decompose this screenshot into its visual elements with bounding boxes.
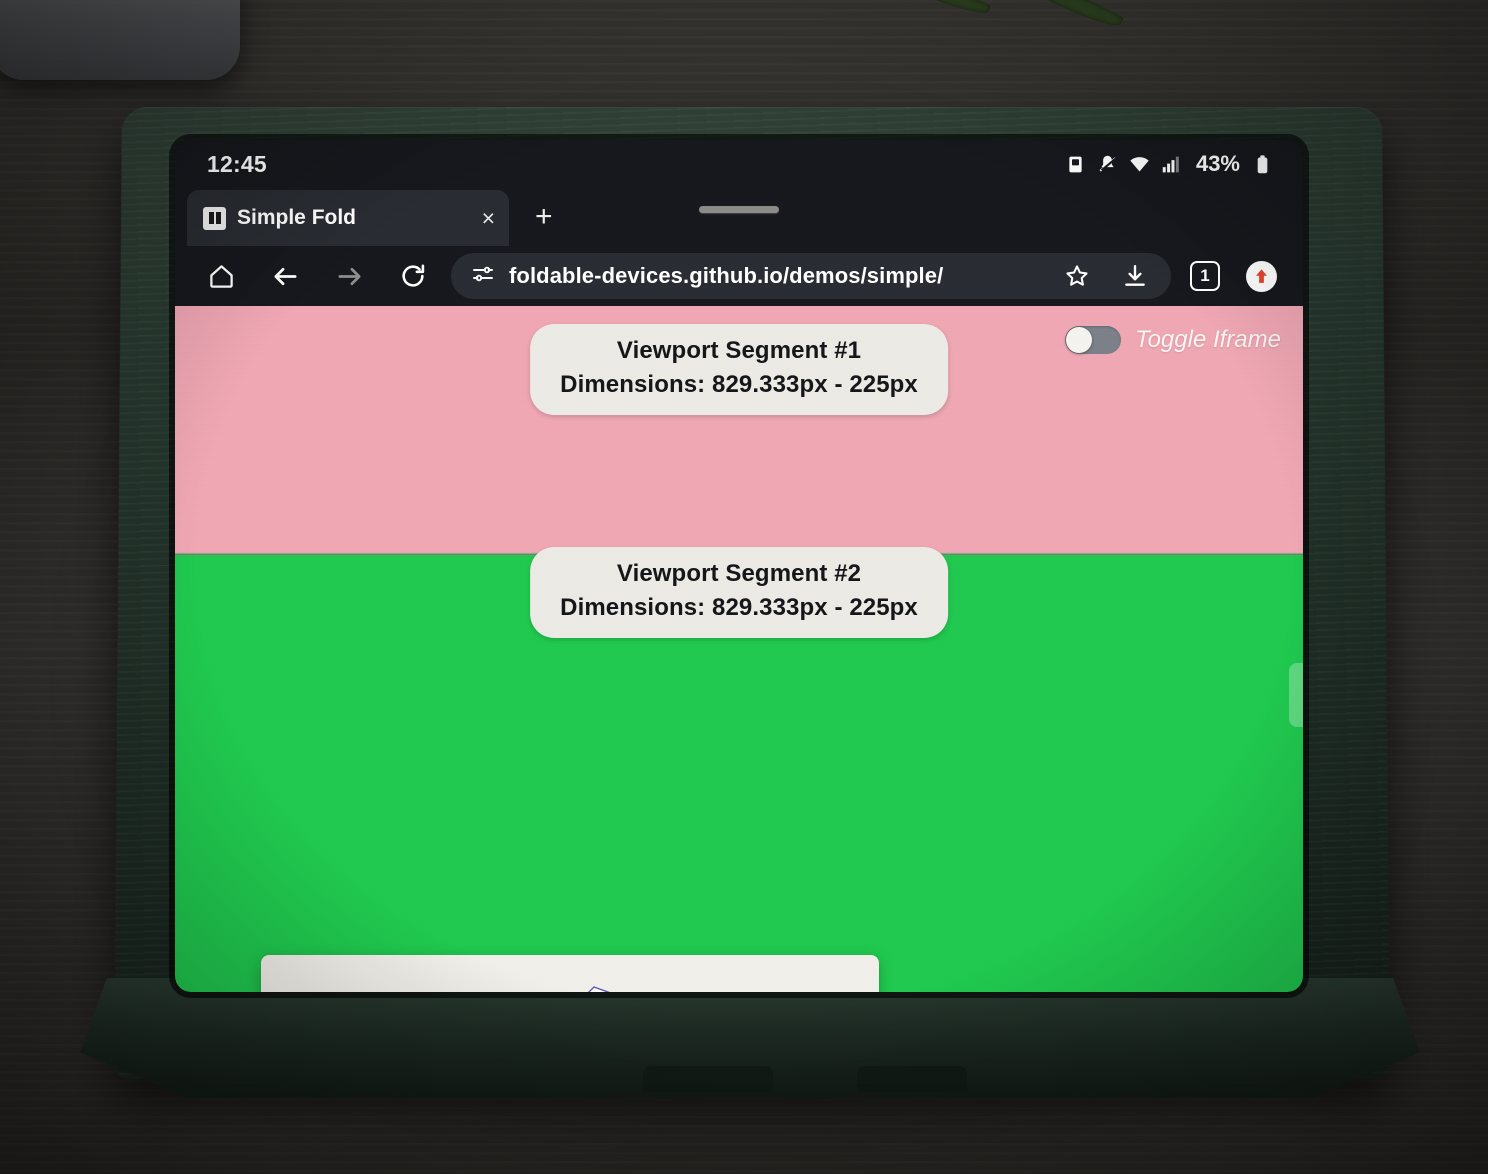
back-arrow-icon[interactable] [253,250,317,302]
android-status-bar: 12:45 43% [175,140,1303,188]
phone-display: 12:45 43% Simple Fold × + foldable-devic… [175,140,1303,992]
foldable-devices-illustration [261,977,879,992]
web-page-content: Viewport Segment #1 Dimensions: 829.333p… [175,306,1303,992]
tab-counter-button[interactable]: 1 [1177,250,1233,302]
viewport-segment-2: Viewport Segment #2 Dimensions: 829.333p… [175,547,1303,992]
toggle-iframe-label: Toggle Iframe [1135,326,1281,353]
screenshot-icon [1069,156,1082,172]
page-favicon [203,206,226,230]
segment-2-info-pill: Viewport Segment #2 Dimensions: 829.333p… [530,547,948,639]
phone-case-bottom-lip [80,978,1420,1098]
reload-icon[interactable] [381,250,445,302]
toggle-iframe-switch[interactable] [1065,326,1122,354]
segment-2-dimensions: Dimensions: 829.333px - 225px [560,594,918,622]
status-bar-icons: 43% [1065,151,1273,177]
browser-tab-strip[interactable]: Simple Fold × + [175,188,1303,246]
download-icon[interactable] [1113,256,1157,296]
address-bar[interactable]: foldable-devices.github.io/demos/simple/ [451,253,1171,299]
star-icon[interactable] [1055,256,1099,296]
profile-menu-button[interactable] [1233,250,1289,302]
cellular-signal-icon [1162,156,1179,172]
browser-tab-title: Simple Fold [237,206,357,229]
status-bar-clock: 12:45 [207,150,267,177]
browser-tab[interactable]: Simple Fold × [187,190,509,246]
browser-toolbar: foldable-devices.github.io/demos/simple/… [175,246,1303,306]
segment-2-title: Viewport Segment #2 [616,560,862,587]
tab-count-label: 1 [1190,261,1220,291]
home-icon[interactable] [189,250,253,302]
battery-percent-label: 43% [1195,151,1240,176]
page-scrollbar[interactable] [1289,663,1303,727]
forward-arrow-icon[interactable] [317,250,381,302]
new-tab-button[interactable]: + [535,202,553,232]
update-arrow-icon [1245,260,1277,292]
segment-1-title: Viewport Segment #1 [616,337,862,364]
notifications-muted-icon [1099,155,1118,172]
wifi-icon [1130,156,1149,171]
battery-icon [1257,154,1268,173]
url-text: foldable-devices.github.io/demos/simple/ [509,263,944,288]
viewport-segment-1: Viewport Segment #1 Dimensions: 829.333p… [175,306,1303,552]
segment-1-dimensions: Dimensions: 829.333px - 225px [560,371,918,399]
close-tab-icon[interactable]: × [482,206,495,230]
segment-1-info-pill: Viewport Segment #1 Dimensions: 829.333p… [530,324,948,416]
mug-prop [0,0,240,80]
toggle-iframe-control[interactable]: Toggle Iframe [1065,326,1281,354]
speaker-grille [699,206,779,213]
device-info-card: The viewport dimension is 829 x 556. The… [261,955,879,992]
site-settings-icon[interactable] [471,262,495,291]
